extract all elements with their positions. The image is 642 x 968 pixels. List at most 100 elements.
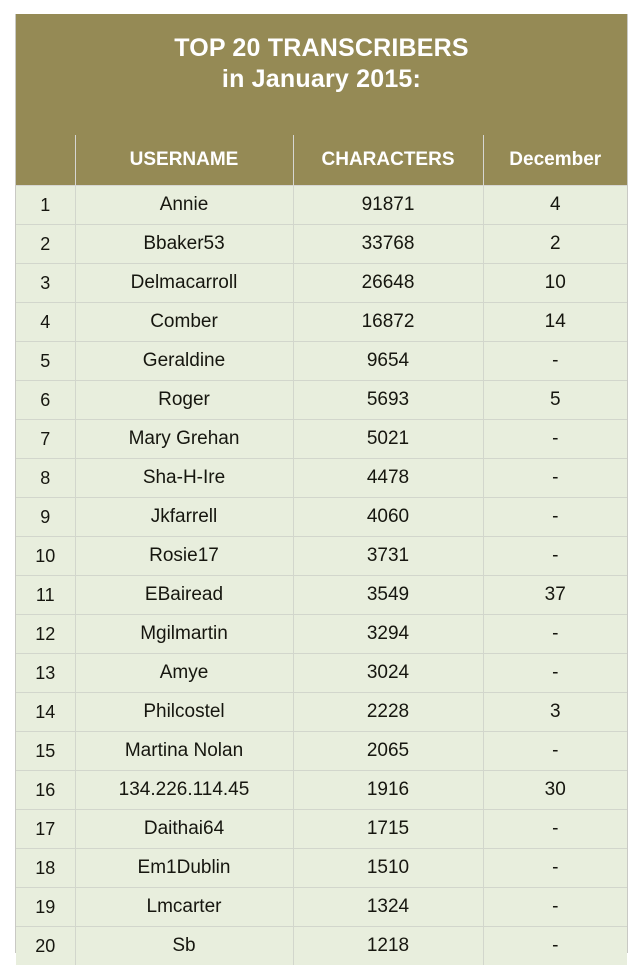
cell-rank: 20 xyxy=(16,926,75,965)
table-row: 19 Lmcarter 1324- xyxy=(16,887,627,927)
cell-characters: 1715 xyxy=(292,809,483,849)
cell-rank: 17 xyxy=(16,809,75,849)
cell-rank: 11 xyxy=(16,575,75,615)
cell-rank: 7 xyxy=(16,419,75,459)
cell-december: 37 xyxy=(482,575,627,615)
header-row: USERNAME CHARACTERS December xyxy=(16,135,627,186)
cell-december: 14 xyxy=(482,302,627,342)
table-row: 15 Martina Nolan 2065- xyxy=(16,731,627,771)
cell-characters: 3024 xyxy=(292,653,483,693)
cell-characters: 3294 xyxy=(292,614,483,654)
cell-username: Jkfarrell xyxy=(74,497,293,537)
cell-december: 5 xyxy=(482,380,627,420)
cell-username: Delmacarroll xyxy=(74,263,293,303)
cell-characters: 3549 xyxy=(292,575,483,615)
cell-december: - xyxy=(482,341,627,381)
table-row: 5 Geraldine 9654- xyxy=(16,341,627,381)
cell-username: Philcostel xyxy=(74,692,293,732)
cell-december: 3 xyxy=(482,692,627,732)
cell-username: Annie xyxy=(74,185,293,225)
column-header-characters: CHARACTERS xyxy=(292,135,483,186)
cell-characters: 4060 xyxy=(292,497,483,537)
table-row: 16 134.226.114.45 1916 30 xyxy=(16,770,627,810)
table-row: 13 Amye 3024- xyxy=(16,653,627,693)
table-row: 7 Mary Grehan 5021- xyxy=(16,419,627,459)
cell-december: - xyxy=(482,458,627,498)
cell-december: - xyxy=(482,809,627,849)
cell-rank: 8 xyxy=(16,458,75,498)
cell-december: 2 xyxy=(482,224,627,264)
table-row: 18 Em1Dublin 1510- xyxy=(16,848,627,888)
cell-username: Roger xyxy=(74,380,293,420)
cell-december: 30 xyxy=(482,770,627,810)
table-row: 8 Sha-H-Ire 4478- xyxy=(16,458,627,498)
cell-characters: 1324 xyxy=(292,887,483,927)
cell-username: Mgilmartin xyxy=(74,614,293,654)
cell-characters: 33768 xyxy=(292,224,483,264)
cell-rank: 10 xyxy=(16,536,75,576)
cell-username: EBairead xyxy=(74,575,293,615)
cell-username: Lmcarter xyxy=(74,887,293,927)
leaderboard-table: USERNAME CHARACTERS December 1 Annie 91871… xyxy=(16,135,627,965)
column-header-username: USERNAME xyxy=(74,135,293,186)
cell-rank: 6 xyxy=(16,380,75,420)
cell-december: 10 xyxy=(482,263,627,303)
cell-characters: 3731 xyxy=(292,536,483,576)
cell-december: - xyxy=(482,653,627,693)
cell-rank: 1 xyxy=(16,185,75,225)
cell-username: Em1Dublin xyxy=(74,848,293,888)
cell-december: - xyxy=(482,614,627,654)
cell-characters: 1916 xyxy=(292,770,483,810)
table-row: 1 Annie 91871 4 xyxy=(16,185,627,225)
cell-characters: 5693 xyxy=(292,380,483,420)
cell-username: Mary Grehan xyxy=(74,419,293,459)
page-title-line-1: TOP 20 TRANSCRIBERS xyxy=(174,34,469,62)
cell-username: Bbaker53 xyxy=(74,224,293,264)
cell-username: Comber xyxy=(74,302,293,342)
cell-characters: 4478 xyxy=(292,458,483,498)
cell-december: - xyxy=(482,887,627,927)
cell-december: - xyxy=(482,419,627,459)
table-row: 3 Delmacarroll 26648 10 xyxy=(16,263,627,303)
cell-username: Sb xyxy=(74,926,293,965)
column-header-rank xyxy=(16,135,75,186)
cell-characters: 2228 xyxy=(292,692,483,732)
cell-rank: 13 xyxy=(16,653,75,693)
cell-december: - xyxy=(482,497,627,537)
cell-december: - xyxy=(482,536,627,576)
cell-characters: 5021 xyxy=(292,419,483,459)
cell-december: - xyxy=(482,926,627,965)
cell-characters: 9654 xyxy=(292,341,483,381)
cell-characters: 16872 xyxy=(292,302,483,342)
table-row: 10 Rosie17 3731- xyxy=(16,536,627,576)
table-row: 2 Bbaker53 33768 2 xyxy=(16,224,627,264)
transcribers-leaderboard-figure: TOP 20 TRANSCRIBERS in January 2015: USE… xyxy=(15,14,628,965)
cell-characters: 91871 xyxy=(292,185,483,225)
cell-december: - xyxy=(482,731,627,771)
cell-username: Daithai64 xyxy=(74,809,293,849)
table-row: 12 Mgilmartin 3294- xyxy=(16,614,627,654)
cell-username: Amye xyxy=(74,653,293,693)
cell-rank: 9 xyxy=(16,497,75,537)
cell-username: 134.226.114.45 xyxy=(74,770,293,810)
cell-rank: 15 xyxy=(16,731,75,771)
table-header: USERNAME CHARACTERS December xyxy=(16,135,627,186)
cell-rank: 12 xyxy=(16,614,75,654)
table-row: 17 Daithai64 1715- xyxy=(16,809,627,849)
title-banner: TOP 20 TRANSCRIBERS in January 2015: xyxy=(16,14,627,135)
table-row: 9 Jkfarrell 4060- xyxy=(16,497,627,537)
cell-username: Martina Nolan xyxy=(74,731,293,771)
cell-december: 4 xyxy=(482,185,627,225)
table-row: 6 Roger 5693 5 xyxy=(16,380,627,420)
cell-username: Geraldine xyxy=(74,341,293,381)
table-body: 1 Annie 91871 4 2 Bbaker53 33768 2 3 Delmacarroll… xyxy=(16,185,627,965)
cell-username: Rosie17 xyxy=(74,536,293,576)
cell-rank: 5 xyxy=(16,341,75,381)
table-row: 14 Philcostel 2228 3 xyxy=(16,692,627,732)
cell-rank: 2 xyxy=(16,224,75,264)
cell-rank: 19 xyxy=(16,887,75,927)
column-header-december: December xyxy=(482,135,627,186)
cell-rank: 3 xyxy=(16,263,75,303)
cell-rank: 16 xyxy=(16,770,75,810)
cell-december: - xyxy=(482,848,627,888)
